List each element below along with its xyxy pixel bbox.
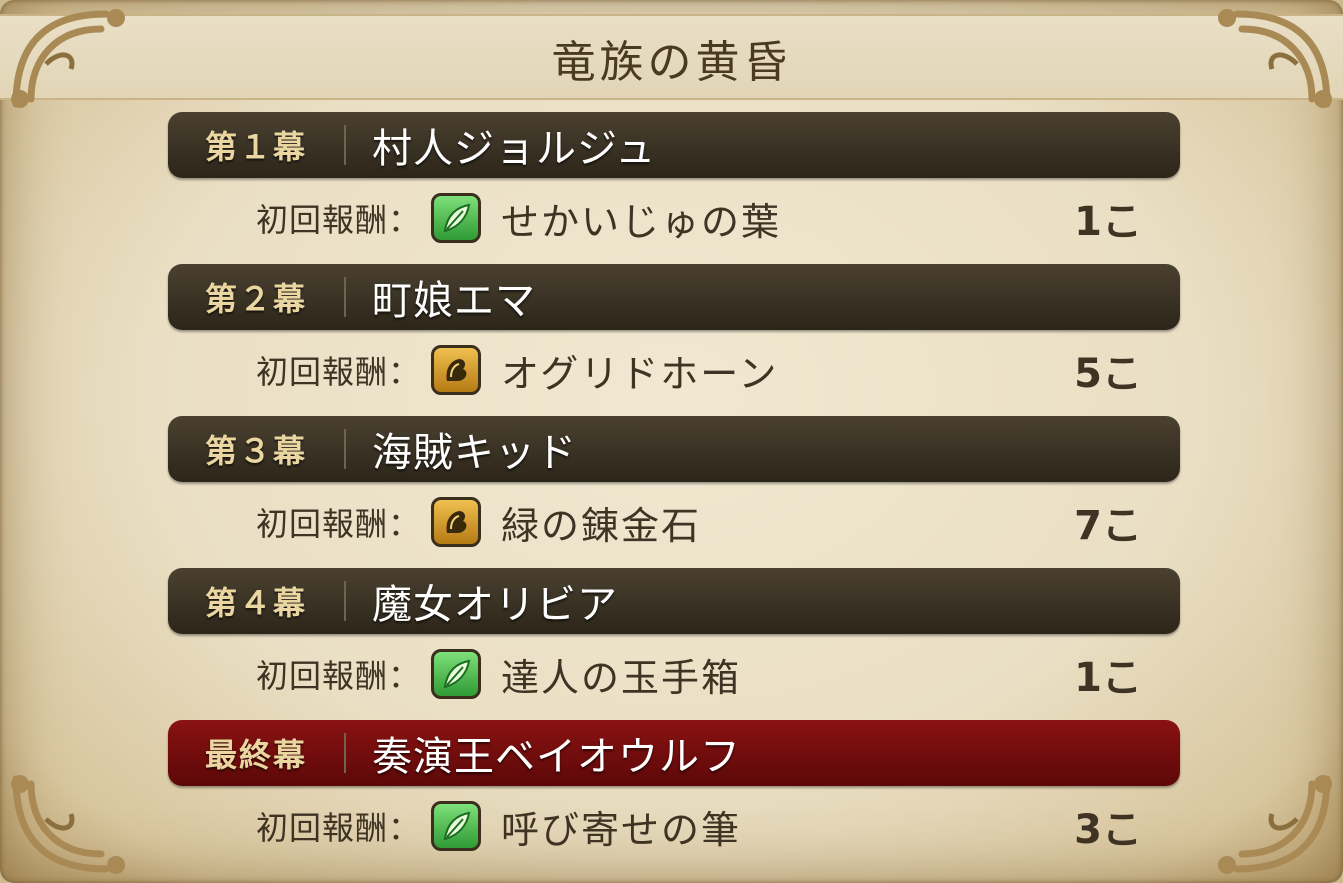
ornament-corner-icon bbox=[11, 9, 125, 108]
act-label: 第３幕 bbox=[204, 432, 307, 470]
act-label: 第２幕 bbox=[204, 280, 307, 318]
ornament-corner-icon bbox=[1218, 775, 1332, 874]
reward-row: 初回報酬： 緑の錬金石 7こ bbox=[168, 492, 1180, 552]
quest-rewards-panel: 竜族の黄昏 第１幕 村人ジョルジュ 初回報酬： せかいじゅの葉 1こ 第２幕 町… bbox=[0, 0, 1343, 883]
ornament-corner-icon bbox=[1218, 9, 1332, 108]
leaf-icon bbox=[431, 193, 482, 243]
horn-icon bbox=[431, 345, 482, 395]
chapter-name: 奏演王ベイオウルフ bbox=[372, 734, 741, 780]
act-label: 第１幕 bbox=[204, 128, 307, 166]
item-name: せかいじゅの葉 bbox=[501, 199, 782, 244]
item-count: 3こ bbox=[1074, 807, 1142, 853]
divider bbox=[344, 277, 346, 317]
item-name: 呼び寄せの筆 bbox=[501, 807, 742, 852]
chapter-bar[interactable]: 第１幕 村人ジョルジュ bbox=[168, 112, 1180, 178]
chapter-row[interactable]: 第３幕 海賊キッド 初回報酬： 緑の錬金石 7こ bbox=[168, 416, 1180, 568]
horn-icon bbox=[431, 497, 482, 547]
reward-row: 初回報酬： オグリドホーン 5こ bbox=[168, 340, 1180, 400]
chapter-bar[interactable]: 第３幕 海賊キッド bbox=[168, 416, 1180, 482]
act-label: 最終幕 bbox=[204, 736, 307, 774]
chapter-list: 第１幕 村人ジョルジュ 初回報酬： せかいじゅの葉 1こ 第２幕 町娘エマ 初回 bbox=[168, 112, 1180, 872]
page-title: 竜族の黄昏 bbox=[551, 37, 792, 88]
reward-label: 初回報酬： bbox=[256, 201, 422, 239]
item-name: 緑の錬金石 bbox=[501, 503, 702, 548]
item-count: 1こ bbox=[1074, 199, 1142, 245]
divider bbox=[344, 429, 346, 469]
divider bbox=[344, 581, 346, 621]
chapter-bar[interactable]: 第４幕 魔女オリビア bbox=[168, 568, 1180, 634]
item-count: 7こ bbox=[1074, 503, 1142, 549]
reward-label: 初回報酬： bbox=[256, 353, 422, 391]
item-count: 5こ bbox=[1074, 351, 1142, 397]
chapter-name: 町娘エマ bbox=[372, 278, 536, 324]
item-name: 達人の玉手箱 bbox=[501, 655, 742, 700]
chapter-bar-final[interactable]: 最終幕 奏演王ベイオウルフ bbox=[168, 720, 1180, 786]
divider bbox=[344, 125, 346, 165]
ornament-corner-icon bbox=[11, 775, 125, 874]
reward-label: 初回報酬： bbox=[256, 809, 422, 847]
chapter-bar[interactable]: 第２幕 町娘エマ bbox=[168, 264, 1180, 330]
leaf-icon bbox=[431, 649, 482, 699]
chapter-row[interactable]: 第２幕 町娘エマ 初回報酬： オグリドホーン 5こ bbox=[168, 264, 1180, 416]
chapter-name: 海賊キッド bbox=[372, 430, 577, 476]
act-label: 第４幕 bbox=[204, 584, 307, 622]
reward-row: 初回報酬： 達人の玉手箱 1こ bbox=[168, 644, 1180, 704]
reward-label: 初回報酬： bbox=[256, 505, 422, 543]
chapter-name: 村人ジョルジュ bbox=[372, 126, 657, 172]
reward-label: 初回報酬： bbox=[256, 657, 422, 695]
chapter-row[interactable]: 第１幕 村人ジョルジュ 初回報酬： せかいじゅの葉 1こ bbox=[168, 112, 1180, 264]
item-count: 1こ bbox=[1074, 655, 1142, 701]
reward-row: 初回報酬： 呼び寄せの筆 3こ bbox=[168, 796, 1180, 856]
divider bbox=[344, 733, 346, 773]
chapter-row-final[interactable]: 最終幕 奏演王ベイオウルフ 初回報酬： 呼び寄せの筆 3こ bbox=[168, 720, 1180, 872]
chapter-name: 魔女オリビア bbox=[372, 582, 618, 628]
item-name: オグリドホーン bbox=[501, 351, 779, 396]
chapter-row[interactable]: 第４幕 魔女オリビア 初回報酬： 達人の玉手箱 1こ bbox=[168, 568, 1180, 720]
leaf-icon bbox=[431, 801, 482, 851]
reward-row: 初回報酬： せかいじゅの葉 1こ bbox=[168, 188, 1180, 248]
